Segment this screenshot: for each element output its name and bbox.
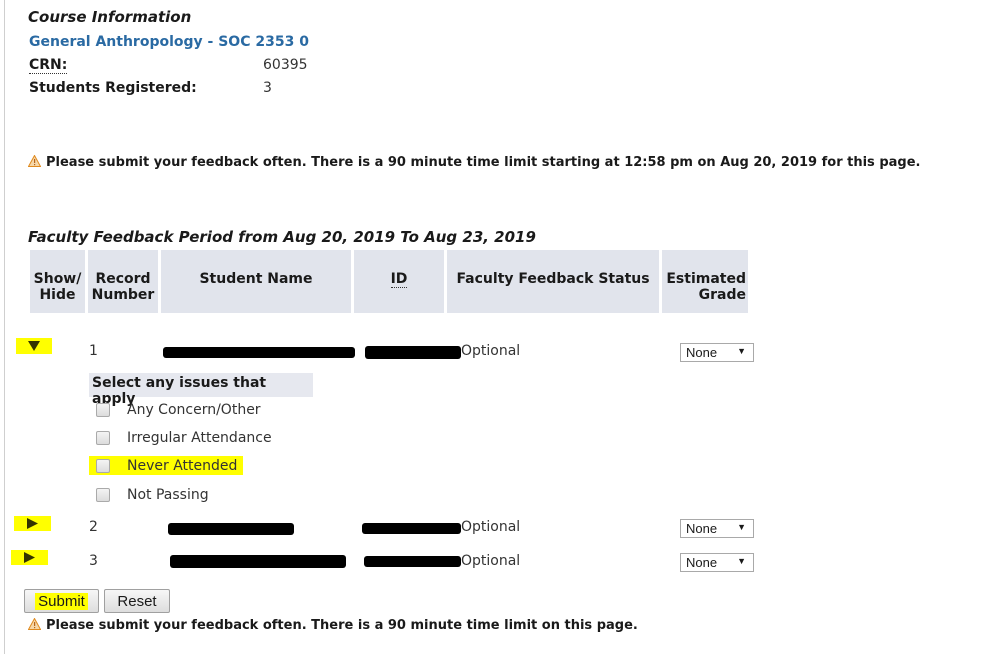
issue-option-never-attended[interactable]: Never Attended (89, 456, 244, 475)
checkbox-never-attended[interactable] (96, 458, 110, 473)
row-3-grade-value: None (686, 555, 718, 570)
reset-button[interactable]: Reset (104, 589, 170, 613)
table-header-row: Show/Hide Record Number Student Name ID F… (30, 250, 748, 313)
triangle-right-icon (27, 518, 38, 529)
course-info-heading: Course Information (28, 8, 192, 26)
row-2-student-name-redacted (168, 523, 294, 535)
checkbox-not-passing[interactable] (96, 488, 110, 502)
issues-heading: Select any issues that apply (89, 373, 313, 407)
feedback-period-heading: Faculty Feedback Period from Aug 20, 201… (28, 228, 536, 246)
row-2-record-number: 2 (89, 519, 98, 535)
row-2-grade-value: None (686, 521, 718, 536)
issue-label-any-concern: Any Concern/Other (127, 402, 261, 418)
row-1-grade-value: None (686, 345, 718, 360)
col-estimated-grade: Estimated Grade (662, 250, 748, 313)
col-record-line2: Number (91, 287, 155, 303)
time-limit-warning-bottom: Please submit your feedback often. There… (28, 618, 638, 633)
row-1-record-number: 1 (89, 343, 98, 359)
col-show-hide-line1: Show/ (33, 271, 82, 287)
row-2-grade-select[interactable]: None ▼ (680, 519, 754, 538)
dropdown-arrow-icon: ▼ (737, 522, 746, 532)
col-feedback-status: Faculty Feedback Status (447, 250, 659, 313)
warning-top-text: Please submit your feedback often. There… (46, 155, 921, 170)
issue-option-any-concern[interactable]: Any Concern/Other (96, 399, 261, 421)
col-student-name: Student Name (161, 250, 351, 313)
row-2-id-redacted (362, 523, 461, 534)
issue-label-irregular-attendance: Irregular Attendance (127, 430, 272, 446)
warning-icon (28, 618, 41, 630)
students-registered-value: 3 (263, 80, 272, 96)
col-show-hide-line2: Hide (39, 287, 76, 303)
issue-label-never-attended: Never Attended (127, 457, 238, 474)
crn-value: 60395 (263, 57, 308, 73)
col-grade-line1: Estimated (666, 271, 746, 287)
col-grade-line2: Grade (698, 287, 746, 303)
page-left-border (4, 0, 5, 654)
row-1-student-name-redacted (163, 347, 355, 358)
col-id-text: ID (390, 271, 408, 288)
feedback-table: Show/Hide Record Number Student Name ID F… (27, 250, 751, 313)
warning-icon (28, 155, 41, 167)
col-record-line1: Record (95, 271, 151, 287)
row-1-feedback-status: Optional (461, 343, 521, 359)
time-limit-warning-top: Please submit your feedback often. There… (28, 155, 920, 170)
row-3-record-number: 3 (89, 553, 98, 569)
course-title-link[interactable]: General Anthropology - SOC 2353 0 (29, 34, 309, 50)
dropdown-arrow-icon: ▼ (737, 346, 746, 356)
submit-button[interactable]: Submit (24, 589, 99, 613)
checkbox-irregular-attendance[interactable] (96, 431, 110, 445)
checkbox-any-concern[interactable] (96, 403, 110, 417)
warning-bottom-text: Please submit your feedback often. There… (46, 618, 638, 633)
students-registered-label: Students Registered: (29, 80, 197, 96)
col-show-hide: Show/Hide (30, 250, 85, 313)
row-3-student-name-redacted (170, 555, 346, 568)
issue-option-not-passing[interactable]: Not Passing (96, 484, 209, 506)
row-3-feedback-status: Optional (461, 553, 521, 569)
issue-option-irregular-attendance[interactable]: Irregular Attendance (96, 427, 272, 449)
triangle-down-icon (28, 341, 40, 351)
row-1-grade-select[interactable]: None ▼ (680, 343, 754, 362)
row-1-id-redacted (365, 346, 461, 359)
col-id: ID (354, 250, 444, 313)
triangle-right-icon (24, 552, 35, 563)
row-2-feedback-status: Optional (461, 519, 521, 535)
col-record-number: Record Number (88, 250, 158, 313)
row-3-grade-select[interactable]: None ▼ (680, 553, 754, 572)
row-2-expand-toggle[interactable] (14, 516, 51, 531)
crn-label: CRN: (29, 57, 68, 74)
row-3-expand-toggle[interactable] (11, 550, 48, 565)
submit-button-label: Submit (35, 592, 88, 610)
row-1-collapse-toggle[interactable] (16, 338, 52, 354)
issue-label-not-passing: Not Passing (127, 487, 209, 503)
row-3-id-redacted (364, 556, 461, 567)
dropdown-arrow-icon: ▼ (737, 556, 746, 566)
crn-label-text: CRN: (29, 57, 68, 74)
